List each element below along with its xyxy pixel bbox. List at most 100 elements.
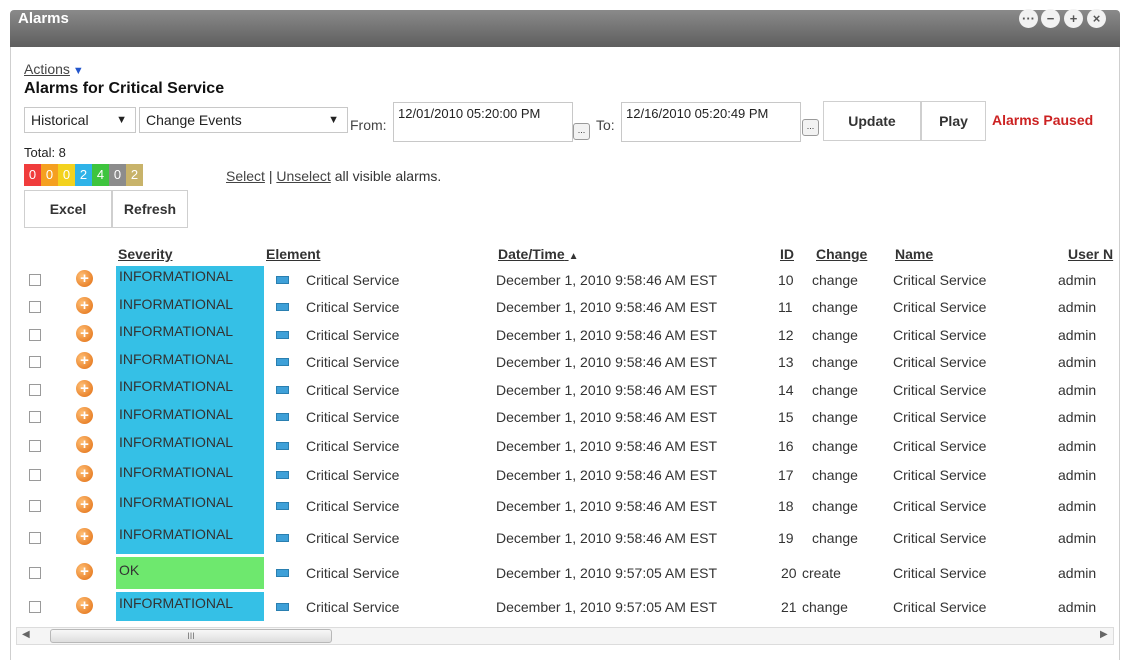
table-row[interactable]: + INFORMATIONAL Critical Service December 1… bbox=[0, 376, 1122, 403]
service-icon bbox=[276, 442, 289, 450]
to-date-picker-button[interactable]: ... bbox=[802, 119, 819, 136]
to-datetime-input[interactable]: 12/16/2010 05:20:49 PM bbox=[621, 102, 801, 142]
row-checkbox[interactable] bbox=[29, 301, 41, 313]
element-cell[interactable]: Critical Service bbox=[306, 530, 399, 546]
table-row[interactable]: + OK Critical Service December 1, 2010 9:57… bbox=[0, 557, 1122, 589]
severity-count-box: 4 bbox=[92, 164, 109, 186]
row-checkbox[interactable] bbox=[29, 274, 41, 286]
user-cell: admin bbox=[1058, 327, 1097, 343]
from-label: From: bbox=[350, 117, 387, 133]
scrollbar-thumb[interactable]: III bbox=[50, 629, 332, 643]
close-button[interactable]: × bbox=[1087, 9, 1106, 28]
element-cell[interactable]: Critical Service bbox=[306, 438, 399, 454]
element-cell[interactable]: Critical Service bbox=[306, 409, 399, 425]
plus-circle-icon[interactable]: + bbox=[76, 380, 93, 397]
row-checkbox[interactable] bbox=[29, 532, 41, 544]
row-checkbox[interactable] bbox=[29, 384, 41, 396]
plus-circle-icon[interactable]: + bbox=[76, 597, 93, 614]
scroll-right-icon[interactable]: ▶ bbox=[1100, 629, 1108, 640]
row-checkbox[interactable] bbox=[29, 411, 41, 423]
column-header-datetime[interactable]: Date/Time ▲ bbox=[498, 246, 578, 262]
update-button[interactable]: Update bbox=[823, 101, 921, 141]
column-header-id[interactable]: ID bbox=[780, 246, 794, 262]
datetime-cell: December 1, 2010 9:58:46 AM EST bbox=[496, 409, 718, 425]
refresh-button[interactable]: Refresh bbox=[112, 190, 188, 228]
name-cell: Critical Service bbox=[893, 565, 987, 581]
table-row[interactable]: + INFORMATIONAL Critical Service December 1… bbox=[0, 321, 1122, 348]
table-row[interactable]: + INFORMATIONAL Critical Service December 1… bbox=[0, 521, 1122, 554]
element-cell[interactable]: Critical Service bbox=[306, 327, 399, 343]
service-icon bbox=[276, 413, 289, 421]
table-row[interactable]: + INFORMATIONAL Critical Service December 1… bbox=[0, 490, 1122, 521]
severity-cell: INFORMATIONAL bbox=[116, 266, 264, 293]
table-row[interactable]: + INFORMATIONAL Critical Service December 1… bbox=[0, 460, 1122, 490]
plus-circle-icon[interactable]: + bbox=[76, 270, 93, 287]
element-cell[interactable]: Critical Service bbox=[306, 382, 399, 398]
severity-count-box: 0 bbox=[41, 164, 58, 186]
plus-circle-icon[interactable]: + bbox=[76, 496, 93, 513]
datetime-cell: December 1, 2010 9:58:46 AM EST bbox=[496, 272, 718, 288]
page-subtitle: Alarms for Critical Service bbox=[24, 80, 225, 97]
plus-circle-icon[interactable]: + bbox=[76, 352, 93, 369]
row-checkbox[interactable] bbox=[29, 601, 41, 613]
plus-circle-icon[interactable]: + bbox=[76, 297, 93, 314]
column-header-user[interactable]: User N bbox=[1068, 246, 1113, 262]
from-datetime-input[interactable]: 12/01/2010 05:20:00 PM bbox=[393, 102, 573, 142]
column-header-element[interactable]: Element bbox=[266, 246, 320, 262]
name-cell: Critical Service bbox=[893, 530, 987, 546]
select-all-link[interactable]: Select bbox=[226, 168, 265, 184]
maximize-button[interactable]: + bbox=[1064, 9, 1083, 28]
from-date-picker-button[interactable]: ... bbox=[573, 123, 590, 140]
plus-circle-icon[interactable]: + bbox=[76, 436, 93, 453]
actions-link[interactable]: Actions bbox=[24, 61, 70, 77]
element-cell[interactable]: Critical Service bbox=[306, 498, 399, 514]
service-icon bbox=[276, 603, 289, 611]
mode-select[interactable]: Historical ▼ bbox=[24, 107, 136, 133]
table-row[interactable]: + INFORMATIONAL Critical Service December 1… bbox=[0, 403, 1122, 431]
row-checkbox[interactable] bbox=[29, 469, 41, 481]
mode-select-value: Historical bbox=[31, 112, 89, 128]
name-cell: Critical Service bbox=[893, 467, 987, 483]
table-row[interactable]: + INFORMATIONAL Critical Service December 1… bbox=[0, 293, 1122, 321]
element-cell[interactable]: Critical Service bbox=[306, 467, 399, 483]
element-cell[interactable]: Critical Service bbox=[306, 299, 399, 315]
element-cell[interactable]: Critical Service bbox=[306, 565, 399, 581]
row-checkbox[interactable] bbox=[29, 500, 41, 512]
row-checkbox[interactable] bbox=[29, 567, 41, 579]
row-checkbox[interactable] bbox=[29, 440, 41, 452]
scroll-left-icon[interactable]: ◀ bbox=[22, 629, 30, 640]
actions-menu[interactable]: Actions ▼ bbox=[24, 61, 84, 77]
row-checkbox[interactable] bbox=[29, 329, 41, 341]
change-cell: change bbox=[812, 438, 858, 454]
event-type-select[interactable]: Change Events ▼ bbox=[139, 107, 348, 133]
table-row[interactable]: + INFORMATIONAL Critical Service December 1… bbox=[0, 348, 1122, 376]
element-cell[interactable]: Critical Service bbox=[306, 272, 399, 288]
table-row[interactable]: + INFORMATIONAL Critical Service December 1… bbox=[0, 431, 1122, 460]
excel-button[interactable]: Excel bbox=[24, 190, 112, 228]
change-cell: change bbox=[812, 327, 858, 343]
unselect-all-link[interactable]: Unselect bbox=[276, 168, 330, 184]
column-header-change[interactable]: Change bbox=[816, 246, 867, 262]
table-row[interactable]: + INFORMATIONAL Critical Service December 1… bbox=[0, 592, 1122, 621]
plus-circle-icon[interactable]: + bbox=[76, 465, 93, 482]
plus-circle-icon[interactable]: + bbox=[76, 563, 93, 580]
selection-controls: Select | Unselect all visible alarms. bbox=[226, 168, 441, 184]
id-cell: 15 bbox=[778, 409, 794, 425]
change-cell: change bbox=[812, 530, 858, 546]
element-cell[interactable]: Critical Service bbox=[306, 599, 399, 615]
column-header-name[interactable]: Name bbox=[895, 246, 933, 262]
plus-circle-icon[interactable]: + bbox=[76, 325, 93, 342]
element-cell[interactable]: Critical Service bbox=[306, 354, 399, 370]
caret-down-icon[interactable]: ▼ bbox=[73, 65, 84, 77]
service-icon bbox=[276, 303, 289, 311]
options-button[interactable]: ··· bbox=[1019, 9, 1038, 28]
table-row[interactable]: + INFORMATIONAL Critical Service December 1… bbox=[0, 266, 1122, 293]
datetime-cell: December 1, 2010 9:58:46 AM EST bbox=[496, 354, 718, 370]
play-button[interactable]: Play bbox=[921, 101, 986, 141]
plus-circle-icon[interactable]: + bbox=[76, 528, 93, 545]
id-cell: 17 bbox=[778, 467, 794, 483]
plus-circle-icon[interactable]: + bbox=[76, 407, 93, 424]
column-header-severity[interactable]: Severity bbox=[118, 246, 172, 262]
row-checkbox[interactable] bbox=[29, 356, 41, 368]
minimize-button[interactable]: − bbox=[1041, 9, 1060, 28]
